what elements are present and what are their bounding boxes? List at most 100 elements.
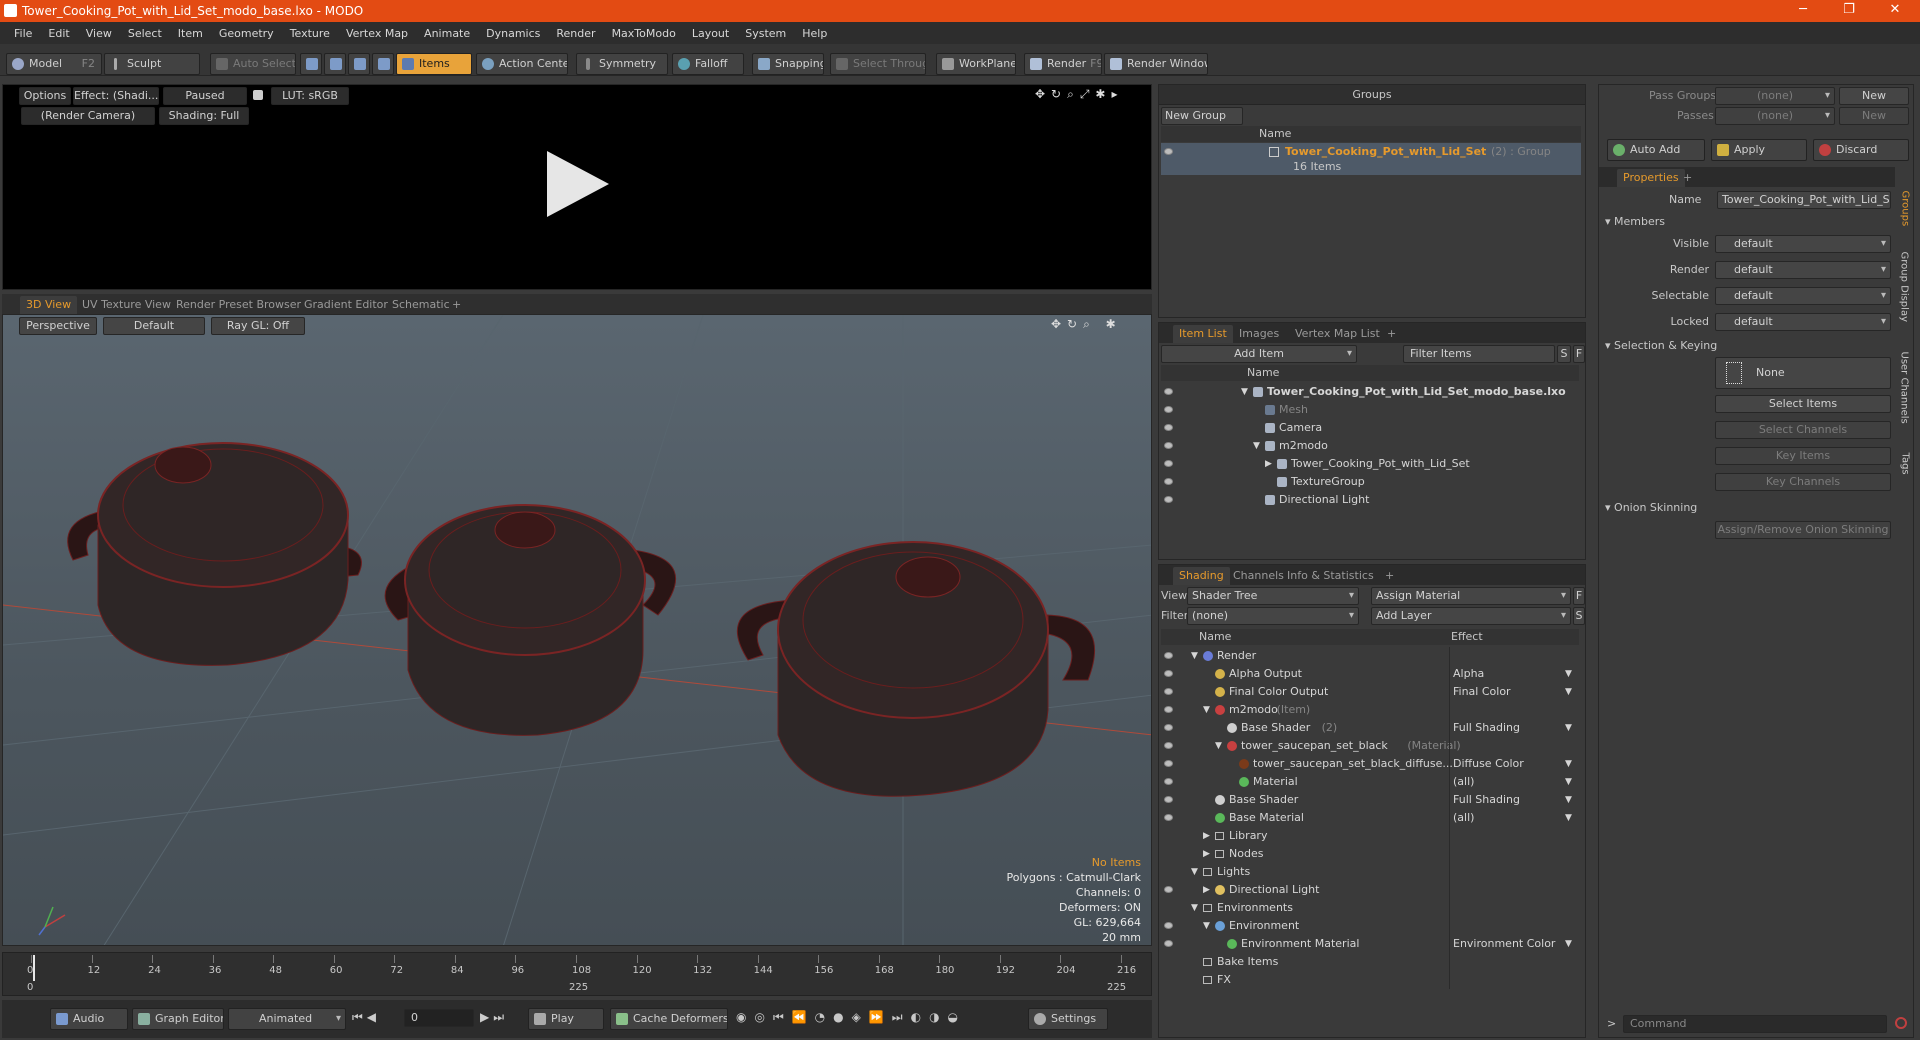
menu-geometry[interactable]: Geometry bbox=[211, 27, 282, 40]
audio-button[interactable]: Audio bbox=[50, 1008, 128, 1030]
action-center-button[interactable]: Action Center bbox=[476, 53, 568, 75]
visibility-eye-icon[interactable] bbox=[1164, 706, 1173, 713]
visibility-eye-icon[interactable] bbox=[1164, 652, 1173, 659]
tab-shading[interactable]: Shading bbox=[1173, 567, 1230, 585]
symmetry-button[interactable]: Symmetry bbox=[576, 53, 668, 75]
auto-select-button[interactable]: Auto Select bbox=[210, 53, 296, 75]
item-list-row[interactable]: ▶ Tower_Cooking_Pot_with_Lid_Set bbox=[1161, 455, 1579, 473]
visibility-eye-icon[interactable] bbox=[1164, 670, 1173, 677]
shading-s-button[interactable]: S bbox=[1573, 607, 1585, 625]
menu-system[interactable]: System bbox=[737, 27, 794, 40]
graph-editor-button[interactable]: Graph Editor bbox=[132, 1008, 224, 1030]
render-button[interactable]: RenderF9 bbox=[1024, 53, 1102, 75]
expand-arrow-icon[interactable]: ▼ bbox=[1203, 917, 1210, 935]
visibility-eye-icon[interactable] bbox=[1164, 496, 1173, 503]
side-tab-user-channels[interactable]: User Channels bbox=[1899, 352, 1910, 442]
pass-groups-dropdown[interactable]: (none) bbox=[1715, 87, 1835, 105]
shader-layer-effect[interactable]: Alpha bbox=[1453, 665, 1484, 683]
filter-s-button[interactable]: S bbox=[1557, 345, 1571, 363]
menu-item[interactable]: Item bbox=[170, 27, 211, 40]
settings-button[interactable]: Settings bbox=[1028, 1008, 1108, 1030]
member-field-dropdown[interactable]: default bbox=[1715, 261, 1891, 279]
tab-uv-texture-view[interactable]: UV Texture View bbox=[76, 296, 177, 314]
timeline[interactable]: 0 12 24 36 48 60 72 84 96 108 120 132 144 156 168 180 19… bbox=[2, 952, 1152, 996]
preview-effect-dropdown[interactable]: Effect: (Shadi... bbox=[73, 87, 159, 105]
expand-arrow-icon[interactable]: ▼ bbox=[1203, 701, 1210, 719]
tab-item-list[interactable]: Item List bbox=[1173, 325, 1233, 343]
tab-render-preset-browser[interactable]: Render Preset Browser bbox=[170, 296, 307, 314]
command-input[interactable]: Command bbox=[1623, 1015, 1887, 1033]
menu-texture[interactable]: Texture bbox=[282, 27, 338, 40]
tab-3d-view[interactable]: 3D View bbox=[20, 296, 78, 314]
visibility-eye-icon[interactable] bbox=[1164, 778, 1173, 785]
effect-dropdown-icon[interactable]: ▼ bbox=[1565, 809, 1572, 827]
member-field-dropdown[interactable]: default bbox=[1715, 235, 1891, 253]
item-list-row[interactable]: Mesh bbox=[1161, 401, 1579, 419]
render-window-button[interactable]: Render Window bbox=[1104, 53, 1208, 75]
shading-f-button[interactable]: F bbox=[1573, 587, 1585, 605]
visibility-eye-icon[interactable] bbox=[1164, 796, 1173, 803]
sculpt-mode-button[interactable]: Sculpt bbox=[104, 53, 200, 75]
apply-button[interactable]: Apply bbox=[1711, 139, 1807, 161]
side-tab-groups[interactable]: Groups bbox=[1900, 191, 1911, 251]
visibility-eye-icon[interactable] bbox=[1164, 760, 1173, 767]
menu-dynamics[interactable]: Dynamics bbox=[478, 27, 548, 40]
expand-arrow-icon[interactable]: ▶ bbox=[1265, 455, 1272, 473]
close-button[interactable]: ✕ bbox=[1872, 0, 1918, 22]
member-field-dropdown[interactable]: default bbox=[1715, 313, 1891, 331]
shader-tree-row[interactable]: ▶ Directional Light bbox=[1161, 881, 1579, 899]
menu-vertex-map[interactable]: Vertex Map bbox=[338, 27, 416, 40]
lut-dropdown[interactable]: LUT: sRGB bbox=[271, 87, 349, 105]
3d-viewport[interactable]: Perspective Default Ray GL: Off ✥↻⌕ ✱ No… bbox=[2, 314, 1152, 946]
menu-help[interactable]: Help bbox=[794, 27, 835, 40]
menu-edit[interactable]: Edit bbox=[40, 27, 77, 40]
shader-tree-row[interactable]: ▼ tower_saucepan_set_black (Material) bbox=[1161, 737, 1579, 755]
effect-dropdown-icon[interactable]: ▼ bbox=[1565, 683, 1572, 701]
shader-tree-row[interactable]: ▼ m2modo (Item) bbox=[1161, 701, 1579, 719]
frame-input[interactable]: 0 bbox=[404, 1009, 474, 1027]
menu-render[interactable]: Render bbox=[548, 27, 603, 40]
assign-material-dropdown[interactable]: Assign Material bbox=[1371, 587, 1571, 605]
shader-layer-effect[interactable]: Environment Color bbox=[1453, 935, 1555, 953]
expand-arrow-icon[interactable]: ▶ bbox=[1203, 827, 1210, 845]
shader-layer-effect[interactable]: Diffuse Color bbox=[1453, 755, 1524, 773]
side-tab-group-display[interactable]: Group Display bbox=[1899, 252, 1910, 342]
shader-layer-effect[interactable]: Final Color bbox=[1453, 683, 1511, 701]
items-mode-button[interactable]: Items bbox=[396, 53, 472, 75]
new-pass-group-button[interactable]: New bbox=[1839, 87, 1909, 105]
tab-vertex-map-list[interactable]: Vertex Map List bbox=[1289, 325, 1386, 343]
shading-dropdown[interactable]: Shading: Full bbox=[159, 107, 249, 125]
tab-gradient-editor[interactable]: Gradient Editor bbox=[298, 296, 394, 314]
key-items-button[interactable]: Key Items bbox=[1715, 447, 1891, 465]
expand-arrow-icon[interactable]: ▼ bbox=[1241, 383, 1248, 401]
shader-tree-row[interactable]: ▼ Lights bbox=[1161, 863, 1579, 881]
group-name-field[interactable]: Tower_Cooking_Pot_with_Lid_Set bbox=[1717, 191, 1891, 209]
expand-arrow-icon[interactable]: ▼ bbox=[1253, 437, 1260, 455]
item-list-row[interactable]: TextureGroup bbox=[1161, 473, 1579, 491]
maximize-button[interactable]: ❐ bbox=[1826, 0, 1872, 22]
expand-arrow-icon[interactable]: ▶ bbox=[1203, 845, 1210, 863]
menu-animate[interactable]: Animate bbox=[416, 27, 478, 40]
visibility-eye-icon[interactable] bbox=[1164, 688, 1173, 695]
model-mode-button[interactable]: Model F2 bbox=[6, 53, 102, 75]
members-section[interactable]: ▾ Members bbox=[1605, 215, 1665, 228]
shader-tree-row[interactable]: ▼ Environments bbox=[1161, 899, 1579, 917]
expand-arrow-icon[interactable]: ▼ bbox=[1215, 737, 1222, 755]
filter-items-input[interactable]: Filter Items bbox=[1403, 345, 1555, 363]
transport-prev-icons[interactable]: ⏮◀ bbox=[352, 1010, 402, 1025]
shader-tree-row[interactable]: Base Shader Full Shading ▼ bbox=[1161, 791, 1579, 809]
shader-layer-effect[interactable]: Full Shading bbox=[1453, 719, 1520, 737]
auto-add-button[interactable]: Auto Add bbox=[1607, 139, 1705, 161]
viewport-nav-icons[interactable]: ✥↻⌕ ✱ bbox=[1051, 317, 1147, 331]
shader-layer-effect[interactable]: Full Shading bbox=[1453, 791, 1520, 809]
member-field-dropdown[interactable]: default bbox=[1715, 287, 1891, 305]
item-list-row[interactable]: ▼ m2modo bbox=[1161, 437, 1579, 455]
selection-keying-section[interactable]: ▾ Selection & Keying bbox=[1605, 339, 1717, 352]
visibility-eye-icon[interactable] bbox=[1164, 940, 1173, 947]
add-tab-button[interactable]: + bbox=[446, 296, 467, 314]
group-row[interactable]: Tower_Cooking_Pot_with_Lid_Set (2) : Gro… bbox=[1161, 143, 1581, 175]
key-tools-icons[interactable]: ◉◎⏮⏪◔●◈⏩⏭◐◑◒ bbox=[736, 1010, 1026, 1025]
falloff-button[interactable]: Falloff bbox=[672, 53, 744, 75]
view-dropdown[interactable]: Shader Tree bbox=[1187, 587, 1359, 605]
menu-view[interactable]: View bbox=[78, 27, 120, 40]
